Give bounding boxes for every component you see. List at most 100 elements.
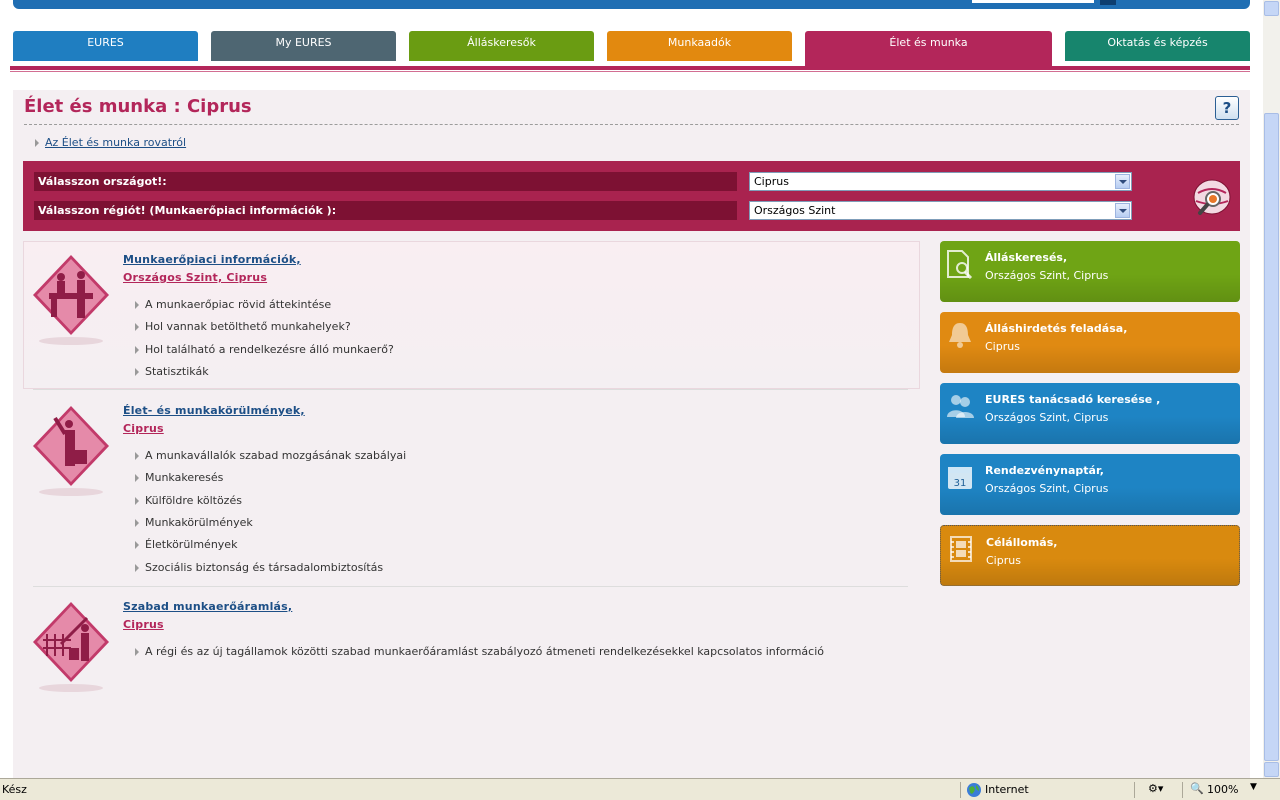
vertical-scrollbar[interactable]: [1263, 0, 1280, 778]
list-item[interactable]: Statisztikák: [145, 365, 209, 378]
tab-underline: [10, 66, 1250, 70]
arrow-icon: [135, 474, 139, 482]
labour-market-icon: [33, 255, 109, 345]
quick-link-subtitle: Országos Szint, Ciprus: [985, 482, 1109, 495]
quick-link-subtitle: Országos Szint, Ciprus: [985, 411, 1109, 424]
section-subtitle[interactable]: Ciprus: [123, 618, 164, 631]
list-item[interactable]: A régi és az új tagállamok közötti szaba…: [145, 645, 824, 658]
arrow-icon: [135, 541, 139, 549]
section-title[interactable]: Élet- és munkakörülmények,: [123, 404, 305, 417]
find-adviser-button[interactable]: EURES tanácsadó keresése , Országos Szin…: [940, 383, 1240, 444]
arrow-icon: [135, 346, 139, 354]
tab-underline-thin: [10, 71, 1250, 72]
main-content: Élet és munka : Ciprus ? Az Élet és munk…: [13, 90, 1250, 778]
list-item[interactable]: Munkakörülmények: [145, 516, 253, 529]
chevron-down-icon[interactable]: ▼: [1250, 782, 1257, 792]
arrow-icon: [135, 519, 139, 527]
quick-link-title: Rendezvénynaptár,: [985, 464, 1104, 477]
statusbar-divider: [1134, 782, 1135, 798]
living-conditions-section: Élet- és munkakörülmények, Ciprus A munk…: [23, 392, 920, 586]
quick-link-title: Álláshirdetés feladása,: [985, 322, 1128, 335]
browser-statusbar: Kész Internet ⚙▾ 🔍 100% ▼: [0, 778, 1280, 800]
quick-link-subtitle: Országos Szint, Ciprus: [985, 269, 1109, 282]
country-select[interactable]: Ciprus: [749, 172, 1132, 191]
quick-link-title: EURES tanácsadó keresése ,: [985, 393, 1161, 406]
region-selector-panel: Válasszon országot!: Ciprus Válasszon ré…: [23, 161, 1240, 231]
help-button[interactable]: ?: [1215, 96, 1239, 120]
internet-zone-icon: [967, 783, 981, 797]
title-separator: [24, 124, 1239, 125]
tab-living-working[interactable]: Élet és munka: [805, 31, 1052, 66]
arrow-icon: [135, 452, 139, 460]
list-item[interactable]: Hol vannak betölthető munkahelyek?: [145, 320, 351, 333]
region-select[interactable]: Országos Szint: [749, 201, 1132, 220]
header-strip: [0, 0, 1262, 12]
header-search-input[interactable]: [972, 0, 1094, 3]
events-calendar-button[interactable]: 31 Rendezvénynaptár, Országos Szint, Cip…: [940, 454, 1240, 515]
tab-my-eures[interactable]: My EURES: [211, 31, 396, 61]
arrow-icon: [135, 368, 139, 376]
zoom-icon[interactable]: 🔍: [1190, 782, 1204, 795]
scroll-up-button[interactable]: [1264, 1, 1279, 16]
calendar-icon: 31: [948, 467, 972, 489]
film-icon: [950, 536, 972, 562]
quick-link-subtitle: Ciprus: [985, 340, 1020, 353]
country-select-value: Ciprus: [754, 175, 789, 188]
section-subtitle[interactable]: Országos Szint, Ciprus: [123, 271, 267, 284]
region-label: Válasszon régiót! (Munkaerőpiaci informá…: [34, 201, 737, 220]
chevron-down-icon[interactable]: [1115, 203, 1130, 218]
about-section-link[interactable]: Az Élet és munka rovatról: [45, 136, 186, 149]
traveller-icon: [33, 406, 109, 496]
section-title[interactable]: Szabad munkaerőáramlás,: [123, 600, 292, 613]
list-item[interactable]: Külföldre költözés: [145, 494, 242, 507]
region-select-value: Országos Szint: [754, 204, 836, 217]
chevron-down-icon[interactable]: [1115, 174, 1130, 189]
page-title: Élet és munka : Ciprus: [24, 96, 252, 117]
list-item[interactable]: A munkaerőpiac rövid áttekintése: [145, 298, 331, 311]
scroll-down-button[interactable]: [1264, 762, 1279, 777]
quick-link-title: Célállomás,: [986, 536, 1058, 549]
tab-education-training[interactable]: Oktatás és képzés: [1065, 31, 1250, 61]
arrow-icon: [135, 301, 139, 309]
destination-button[interactable]: Célállomás, Ciprus: [940, 525, 1240, 586]
scroll-thumb[interactable]: [1264, 113, 1279, 761]
tab-employers[interactable]: Munkaadók: [607, 31, 792, 61]
statusbar-divider: [1182, 782, 1183, 798]
arrow-icon: [135, 648, 139, 656]
zoom-level[interactable]: 100%: [1207, 783, 1238, 796]
arrow-icon: [35, 139, 39, 147]
quick-link-subtitle: Ciprus: [986, 554, 1021, 567]
statusbar-divider: [960, 782, 961, 798]
list-item[interactable]: Szociális biztonság és társadalombiztosí…: [145, 561, 383, 574]
job-search-button[interactable]: Álláskeresés, Országos Szint, Ciprus: [940, 241, 1240, 302]
list-item[interactable]: Életkörülmények: [145, 538, 237, 551]
protected-mode-icon[interactable]: ⚙▾: [1148, 782, 1163, 795]
free-movement-section: Szabad munkaerőáramlás, Ciprus A régi és…: [23, 588, 920, 698]
list-item[interactable]: Hol található a rendelkezésre álló munka…: [145, 343, 394, 356]
svg-text:31: 31: [954, 478, 967, 489]
country-label: Válasszon országot!:: [34, 172, 737, 191]
document-search-icon: [947, 250, 973, 279]
border-crossing-icon: [33, 602, 109, 692]
section-divider: [33, 586, 908, 587]
globe-search-icon[interactable]: [1190, 177, 1234, 217]
tab-job-seekers[interactable]: Álláskeresők: [409, 31, 594, 61]
labour-market-section: Munkaerőpiaci információk, Országos Szin…: [23, 241, 920, 389]
status-text: Kész: [2, 783, 27, 796]
section-subtitle[interactable]: Ciprus: [123, 422, 164, 435]
tab-eures[interactable]: EURES: [13, 31, 198, 61]
section-divider: [33, 389, 908, 390]
post-vacancy-button[interactable]: Álláshirdetés feladása, Ciprus: [940, 312, 1240, 373]
list-item[interactable]: Munkakeresés: [145, 471, 223, 484]
arrow-icon: [135, 323, 139, 331]
list-item[interactable]: A munkavállalók szabad mozgásának szabál…: [145, 449, 406, 462]
arrow-icon: [135, 564, 139, 572]
section-title[interactable]: Munkaerőpiaci információk,: [123, 253, 301, 266]
bell-icon: [949, 323, 971, 348]
zone-label: Internet: [985, 783, 1029, 796]
people-icon: [947, 395, 974, 418]
header-search-button[interactable]: [1100, 0, 1116, 5]
arrow-icon: [135, 497, 139, 505]
main-nav-tabs: EURES My EURES Álláskeresők Munkaadók Él…: [13, 31, 1250, 66]
quick-link-title: Álláskeresés,: [985, 251, 1068, 264]
